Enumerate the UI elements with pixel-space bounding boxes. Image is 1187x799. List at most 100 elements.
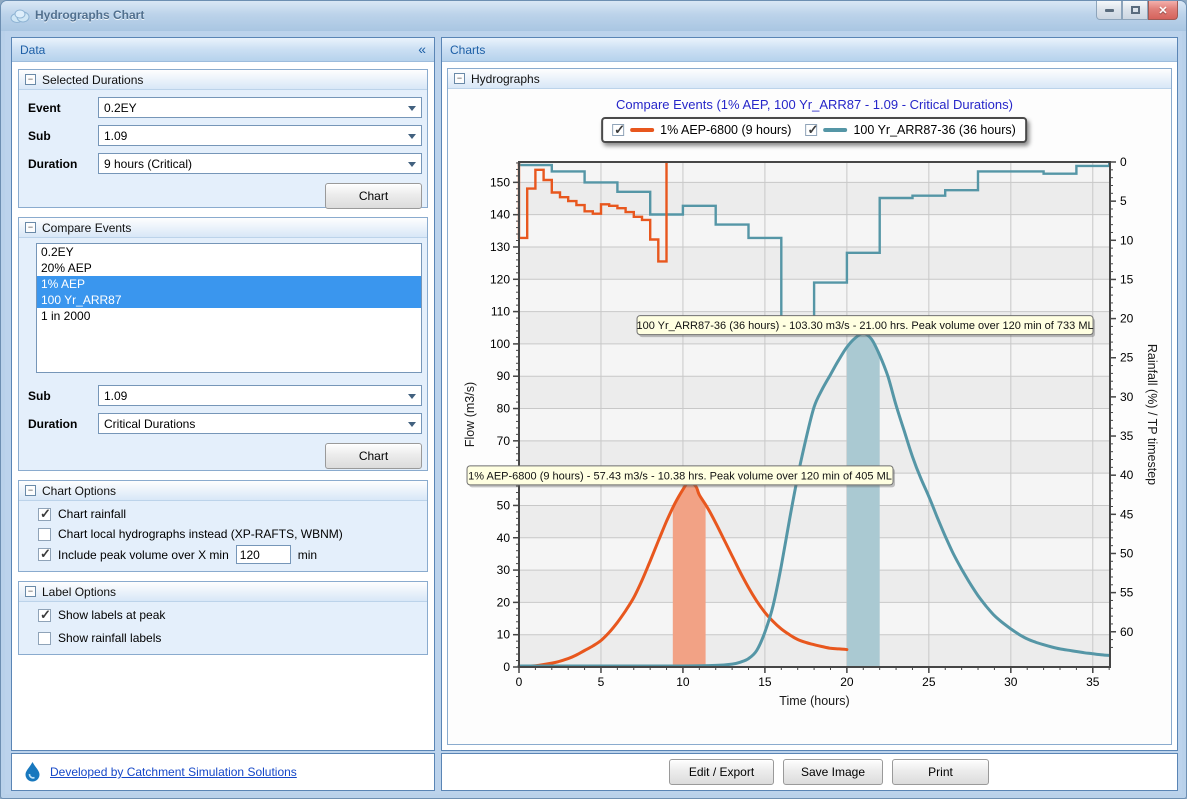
save-image-button[interactable]: Save Image [783, 759, 883, 785]
collapse-panel-button[interactable]: « [418, 41, 426, 57]
svg-text:Time (hours): Time (hours) [779, 694, 849, 708]
group-label-options: Label Options Show labels at peak Show r… [18, 581, 428, 655]
svg-text:Rainfall (%) / TP timestep: Rainfall (%) / TP timestep [1145, 344, 1159, 485]
restore-icon [1131, 6, 1140, 14]
svg-text:50: 50 [497, 498, 511, 512]
group-title: Hydrographs [471, 72, 540, 86]
compare-sub-value: 1.09 [104, 389, 127, 403]
compare-sub-label: Sub [28, 389, 98, 403]
chevron-down-icon [408, 422, 416, 427]
chevron-down-icon [408, 106, 416, 111]
svg-text:25: 25 [922, 675, 936, 689]
minimize-button[interactable] [1096, 1, 1122, 20]
collapse-group-icon[interactable] [25, 222, 36, 233]
list-item[interactable]: 1 in 2000 [37, 308, 421, 324]
event-value: 0.2EY [104, 101, 137, 115]
list-item[interactable]: 20% AEP [37, 260, 421, 276]
svg-text:50: 50 [1120, 546, 1134, 560]
sub-dropdown[interactable]: 1.09 [98, 125, 422, 146]
svg-text:60: 60 [1120, 625, 1134, 639]
chart-local-hydrographs-checkbox[interactable] [38, 528, 51, 541]
window-title: Hydrographs Chart [35, 8, 144, 22]
svg-text:35: 35 [1120, 429, 1134, 443]
svg-text:20: 20 [497, 595, 511, 609]
peak-volume-checkbox[interactable] [38, 548, 51, 561]
peak-volume-minutes-input[interactable] [236, 545, 291, 564]
print-button[interactable]: Print [892, 759, 989, 785]
svg-text:15: 15 [758, 675, 772, 689]
event-dropdown[interactable]: 0.2EY [98, 97, 422, 118]
compare-duration-dropdown[interactable]: Critical Durations [98, 413, 422, 434]
duration-dropdown[interactable]: 9 hours (Critical) [98, 153, 422, 174]
charts-panel-header: Charts [442, 38, 1177, 62]
peak-volume-suffix: min [298, 548, 317, 562]
minimize-icon [1105, 9, 1114, 12]
group-selected-durations: Selected Durations Event 0.2EY Sub 1.09 [18, 69, 428, 208]
svg-text:30: 30 [1120, 390, 1134, 404]
chevron-down-icon [408, 162, 416, 167]
charts-panel-title: Charts [450, 43, 485, 57]
list-item[interactable]: 0.2EY [37, 244, 421, 260]
collapse-group-icon[interactable] [25, 485, 36, 496]
svg-text:0: 0 [503, 660, 510, 674]
chart-rainfall-label: Chart rainfall [58, 507, 126, 521]
svg-text:70: 70 [497, 434, 511, 448]
collapse-group-icon[interactable] [25, 586, 36, 597]
close-icon [1158, 1, 1167, 19]
group-title: Compare Events [42, 221, 131, 235]
charts-panel-content: Hydrographs Compare Events (1% AEP, 100 … [442, 63, 1177, 750]
show-rainfall-labels-checkbox[interactable] [38, 632, 51, 645]
svg-text:40: 40 [1120, 468, 1134, 482]
edit-export-button[interactable]: Edit / Export [669, 759, 774, 785]
collapse-group-icon[interactable] [454, 73, 465, 84]
svg-text:30: 30 [497, 563, 511, 577]
svg-text:Flow (m3/s): Flow (m3/s) [463, 382, 477, 447]
chart-rainfall-checkbox[interactable] [38, 508, 51, 521]
css-logo-icon [24, 761, 41, 783]
svg-text:10: 10 [676, 675, 690, 689]
svg-text:40: 40 [497, 531, 511, 545]
group-title: Selected Durations [42, 73, 143, 87]
developer-link[interactable]: Developed by Catchment Simulation Soluti… [50, 765, 297, 779]
duration-value: 9 hours (Critical) [104, 157, 192, 171]
svg-text:20: 20 [1120, 312, 1134, 326]
group-title: Chart Options [42, 484, 116, 498]
list-item[interactable]: 100 Yr_ARR87 [37, 292, 421, 308]
duration-label: Duration [28, 157, 98, 171]
data-panel-title: Data [20, 43, 45, 57]
data-panel: Data « Selected Durations Event 0.2EY [11, 37, 435, 751]
svg-text:90: 90 [497, 369, 511, 383]
app-cloud-icon [10, 8, 30, 23]
close-button[interactable] [1148, 1, 1178, 20]
list-item[interactable]: 1% AEP [37, 276, 421, 292]
group-chart-options: Chart Options Chart rainfall Chart local… [18, 480, 428, 572]
svg-text:110: 110 [491, 305, 510, 319]
svg-text:140: 140 [490, 208, 510, 222]
collapse-group-icon[interactable] [25, 74, 36, 85]
svg-text:80: 80 [497, 402, 511, 416]
show-labels-at-peak-checkbox[interactable] [38, 609, 51, 622]
restore-button[interactable] [1122, 1, 1148, 20]
compare-duration-label: Duration [28, 417, 98, 431]
chart-button-compare[interactable]: Chart [325, 443, 422, 469]
compare-events-list: 0.2EY 20% AEP 1% AEP 100 Yr_ARR87 1 in 2… [36, 243, 422, 373]
svg-text:5: 5 [598, 675, 605, 689]
svg-text:0: 0 [516, 675, 523, 689]
svg-text:20: 20 [840, 675, 854, 689]
compare-sub-dropdown[interactable]: 1.09 [98, 385, 422, 406]
svg-text:1% AEP-6800 (9 hours) - 57.43: 1% AEP-6800 (9 hours) - 57.43 m3/s - 10.… [468, 470, 892, 482]
show-rainfall-labels-label: Show rainfall labels [58, 631, 161, 645]
data-panel-header: Data « [12, 38, 434, 62]
show-labels-at-peak-label: Show labels at peak [58, 608, 165, 622]
svg-text:35: 35 [1086, 675, 1100, 689]
svg-text:10: 10 [1120, 233, 1134, 247]
app-window: Hydrographs Chart Data « Selected Durati… [0, 0, 1187, 799]
chevron-down-icon [408, 394, 416, 399]
footer-left: Developed by Catchment Simulation Soluti… [11, 753, 435, 791]
hydrograph-chart: Compare Events (1% AEP, 100 Yr_ARR87 - 1… [448, 89, 1171, 732]
chart-button-selected[interactable]: Chart [325, 183, 422, 209]
svg-text:15: 15 [1120, 272, 1134, 286]
sub-value: 1.09 [104, 129, 127, 143]
chart-plot: 0102030405060708090100110120130140150051… [448, 89, 1171, 732]
window-body: Data « Selected Durations Event 0.2EY [5, 31, 1182, 794]
